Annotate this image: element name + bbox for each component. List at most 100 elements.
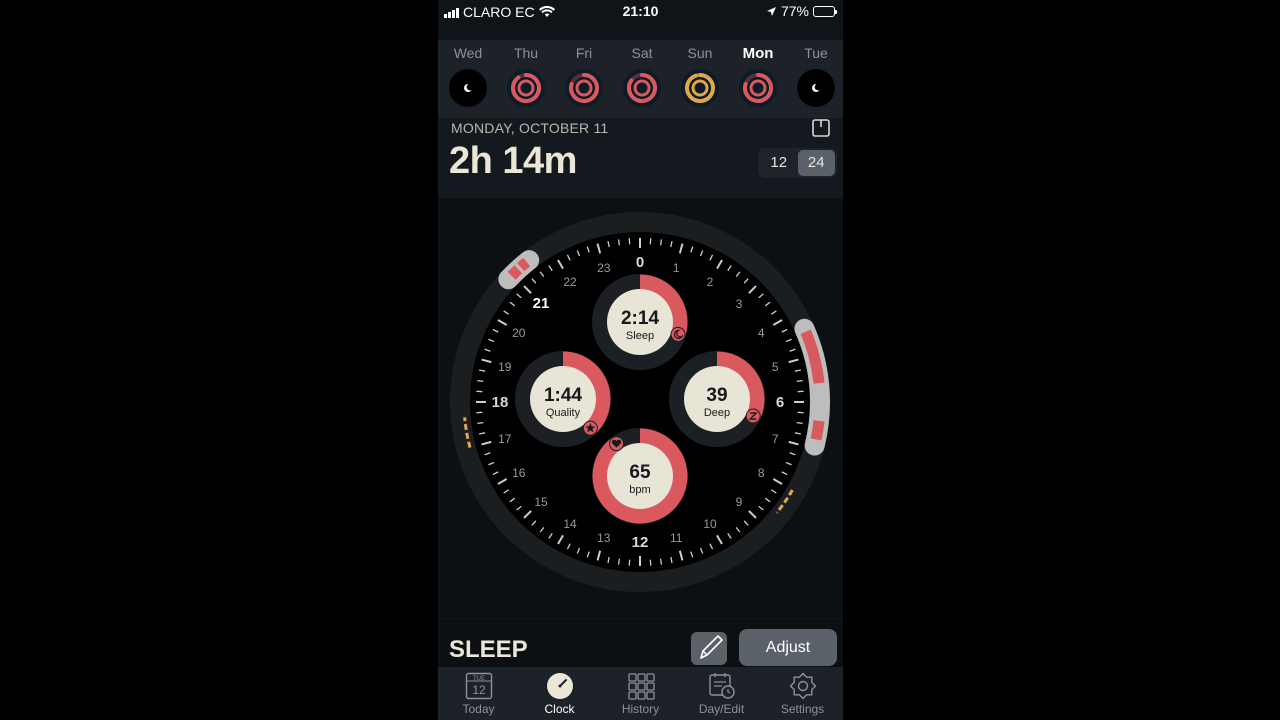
share-icon[interactable] [811, 118, 831, 138]
day-mon[interactable]: Mon [733, 45, 783, 108]
day-label: Wed [453, 45, 483, 61]
today-badge-num: 12 [472, 683, 486, 697]
dial-label: Deep [704, 407, 730, 419]
day-ring [507, 69, 545, 107]
day-ring [681, 69, 719, 107]
hour-label: 10 [703, 517, 717, 531]
no-data-circle [797, 69, 835, 107]
today-badge-top: TUE [473, 676, 485, 682]
day-label: Fri [575, 45, 593, 61]
dial-value: 2:14 [621, 308, 659, 329]
battery-icon [813, 5, 837, 17]
dial-value: 65 [629, 462, 651, 483]
grid-cell [636, 682, 646, 691]
grid-cell [627, 691, 637, 700]
sleep-segment [810, 420, 825, 441]
pencil-icon [700, 635, 723, 659]
gear-hole [797, 680, 808, 692]
format-24-option[interactable]: 24 [797, 150, 835, 176]
footer-row: SLEEP Adjust [438, 620, 843, 668]
location-arrow-icon [766, 6, 776, 16]
bpm-dial[interactable]: 65bpm [592, 428, 688, 524]
format-12-option[interactable]: 12 [760, 150, 798, 176]
sleep-duration: 2h 14m [449, 140, 577, 182]
grid-cell [627, 673, 637, 682]
no-data-circle [449, 69, 487, 107]
clock-tick [796, 421, 803, 425]
tab-bar: TUE 12 Today Clock History Day/Edit Setti… [438, 667, 843, 720]
hour-label: 19 [498, 360, 512, 374]
gear-icon [789, 672, 816, 700]
tab-today[interactable]: TUE 12 Today [438, 672, 519, 716]
day-ring [565, 69, 603, 107]
calendar-edit-icon [708, 673, 735, 699]
hour-label: 1 [673, 261, 680, 275]
tab-label: Clock [544, 702, 575, 716]
tab-settings[interactable]: Settings [762, 672, 843, 716]
hour-label: 8 [758, 466, 765, 480]
moon-icon [670, 326, 686, 342]
day-sun[interactable]: Sun [675, 45, 725, 108]
edit-button[interactable] [691, 632, 727, 665]
hour-label: 4 [758, 326, 765, 340]
clock-tick [659, 558, 663, 565]
time-format-toggle[interactable]: 12 24 [758, 148, 837, 178]
grid-icon [627, 673, 655, 700]
quality-dial[interactable]: 1:44Quality [515, 351, 611, 447]
adjust-button[interactable]: Adjust [739, 629, 837, 666]
hour-label: 17 [498, 432, 512, 446]
hour-label: 2 [707, 275, 714, 289]
hour-label: 0 [636, 254, 644, 271]
hour-label: 16 [512, 466, 526, 480]
grid-cell [636, 691, 646, 700]
deep-dial[interactable]: 39Deep [669, 351, 765, 447]
tab-clock[interactable]: Clock [519, 672, 600, 716]
day-label: Sun [687, 45, 713, 61]
hour-label: 22 [563, 275, 577, 289]
gear-outline [789, 672, 816, 700]
hour-label: 11 [670, 531, 683, 545]
day-ring [449, 69, 487, 107]
day-label: Mon [742, 45, 774, 62]
tab-label: Today [462, 702, 495, 716]
day-sat[interactable]: Sat [617, 45, 667, 108]
tab-label: Day/Edit [698, 702, 745, 716]
dial-icon-bg [670, 326, 686, 342]
dial-label: bpm [629, 484, 650, 496]
clock-tick [659, 239, 663, 246]
battery-percent: 77% [780, 3, 809, 19]
sleep-header: MONDAY, OCTOBER 11 2h 14m 12 24 [438, 118, 843, 198]
day-wed[interactable]: Wed [443, 45, 493, 108]
day-label: Tue [804, 45, 828, 61]
sleep-clock[interactable]: 0 12345678910111213141516171819202122232:… [438, 198, 843, 618]
clock-icon [546, 673, 573, 699]
day-ring [797, 69, 835, 107]
tab-history[interactable]: History [600, 672, 681, 716]
grid-cell [636, 673, 646, 682]
tab-day-edit[interactable]: Day/Edit [681, 672, 762, 716]
grid-cell [627, 682, 637, 691]
section-title: SLEEP [449, 636, 528, 663]
day-tue[interactable]: Tue [791, 45, 841, 108]
day-thu[interactable]: Thu [501, 45, 551, 108]
clock-area: 0 1 2 3 4 5 6 7 8 9 10 11 12 13 14 15 16 17 18 19 20 21 22 23 2:… [438, 198, 843, 618]
day-fri[interactable]: Fri [559, 45, 609, 108]
hour-label: 12 [632, 534, 649, 551]
clock-tick [617, 558, 621, 565]
hour-label: 21 [533, 295, 550, 312]
day-label: Sat [631, 45, 653, 61]
status-right: 77% [766, 3, 837, 19]
tab-label: History [621, 702, 660, 716]
clock-tick [617, 239, 621, 246]
dial-label: Sleep [626, 330, 654, 342]
z-icon [745, 408, 761, 424]
hour-label: 7 [772, 432, 779, 446]
sleep-dial[interactable]: 2:14Sleep [592, 274, 688, 370]
clock-tick [477, 421, 484, 425]
day-ring [739, 69, 777, 107]
hour-label: 5 [772, 360, 779, 374]
status-bar: CLARO EC 21:10 77% [438, 0, 843, 24]
hour-label: 13 [597, 531, 611, 545]
week-strip: Wed Thu Fri Sat Sun Mon Tue [438, 40, 843, 120]
hour-label: 6 [776, 394, 784, 411]
